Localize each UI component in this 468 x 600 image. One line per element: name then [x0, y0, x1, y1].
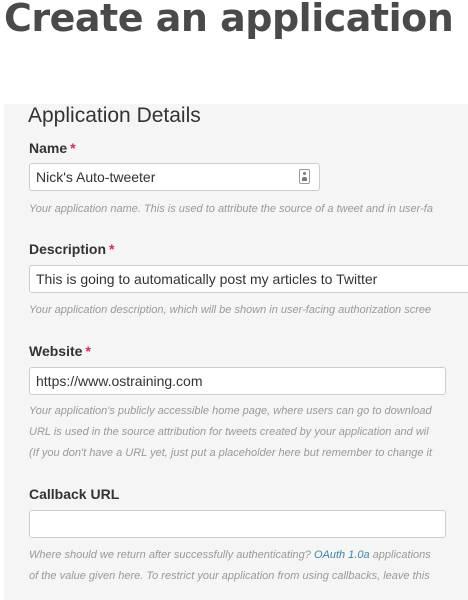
description-input[interactable]	[29, 265, 468, 293]
callback-url-input[interactable]	[29, 510, 446, 538]
description-required-mark: *	[109, 241, 115, 257]
website-label: Website *	[29, 343, 91, 359]
name-label: Name *	[29, 140, 76, 156]
description-label: Description *	[29, 241, 114, 257]
section-heading: Application Details	[28, 104, 201, 127]
website-help-line-2: URL is used in the source attribution fo…	[29, 426, 429, 438]
name-help-text: Your application name. This is used to a…	[29, 203, 433, 215]
description-help-text: Your application description, which will…	[29, 304, 432, 316]
callback-help-line-2: of the value given here. To restrict you…	[29, 570, 430, 582]
name-label-text: Name	[29, 140, 68, 156]
callback-url-label: Callback URL	[29, 486, 119, 502]
website-required-mark: *	[85, 343, 91, 359]
description-label-text: Description	[29, 241, 107, 257]
website-help-line-3: (If you don't have a URL yet, just put a…	[29, 447, 433, 459]
contact-card-icon[interactable]	[299, 169, 310, 184]
name-required-mark: *	[70, 140, 76, 156]
oauth-link[interactable]: OAuth 1.0a	[314, 549, 370, 561]
callback-help-text-start: Where should we return after successfull…	[29, 549, 314, 561]
name-input[interactable]	[29, 163, 320, 191]
callback-help-text-end: applications	[369, 549, 431, 561]
callback-help-line-1: Where should we return after successfull…	[29, 547, 431, 563]
website-label-text: Website	[29, 343, 83, 359]
callback-url-label-text: Callback URL	[29, 486, 120, 502]
application-details-panel: Application Details Name* Your applicati…	[4, 104, 468, 600]
website-help-line-1: Your application's publicly accessible h…	[29, 405, 432, 417]
website-input[interactable]	[29, 367, 446, 395]
page-title: Create an application	[4, 0, 454, 40]
